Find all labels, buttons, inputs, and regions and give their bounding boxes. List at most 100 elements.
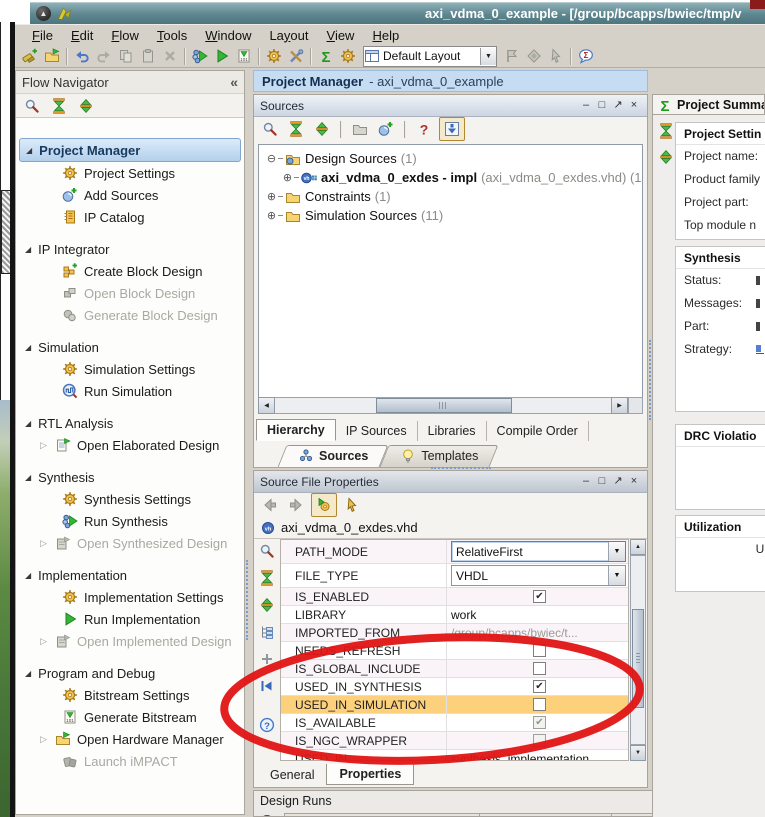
expand-node-icon[interactable]: ⊕ [265, 190, 278, 203]
property-row-is-ngc-wrapper[interactable]: IS_NGC_WRAPPER [281, 732, 628, 750]
fn-section-rtl-analysis[interactable]: ◢ RTL Analysis [16, 412, 244, 434]
fn-item-implementation-settings[interactable]: Implementation Settings [16, 586, 244, 608]
scrollbar-track[interactable] [275, 397, 611, 414]
search-button[interactable] [21, 96, 43, 116]
scroll-right-button[interactable]: ▶ [611, 397, 628, 414]
menu-flow[interactable]: Flow [102, 26, 147, 45]
flow-navigator-splitter[interactable] [246, 560, 251, 640]
menu-edit[interactable]: Edit [62, 26, 102, 45]
sources-minimize-button[interactable]: – [579, 99, 593, 113]
collapse-all-button[interactable] [256, 568, 278, 588]
used-in-simulation-checkbox[interactable] [533, 698, 546, 711]
search-button[interactable] [256, 541, 278, 561]
is-enabled-checkbox[interactable]: ✔ [533, 590, 546, 603]
column-header-name[interactable]: Name [284, 813, 480, 816]
expand-all-button[interactable] [311, 119, 333, 139]
window-menu-button[interactable]: ▲ [36, 6, 51, 21]
property-row-path-mode[interactable]: PATH_MODE RelativeFirst ▼ [281, 540, 628, 564]
fn-section-implementation[interactable]: ◢ Implementation [16, 564, 244, 586]
expand-all-button[interactable] [256, 595, 278, 615]
fn-section-ip-integrator[interactable]: ◢ IP Integrator [16, 238, 244, 260]
menu-window[interactable]: Window [196, 26, 260, 45]
dropdown-arrow-icon[interactable]: ▼ [480, 47, 496, 65]
new-project-button[interactable] [19, 46, 41, 66]
fn-item-project-settings[interactable]: Project Settings [16, 162, 244, 184]
property-row-library[interactable]: LIBRARY work [281, 606, 628, 624]
sources-maximize-button[interactable]: □ [595, 99, 609, 113]
fn-item-generate-bitstream[interactable]: 101 Generate Bitstream [16, 706, 244, 728]
property-row-needs-refresh[interactable]: NEEDS_REFRESH [281, 642, 628, 660]
expand-node-icon[interactable]: ⊕ [281, 171, 294, 184]
dock-tab-sources[interactable]: Sources [282, 445, 384, 467]
dock-tab-templates[interactable]: Templates [384, 445, 494, 467]
menu-layout[interactable]: Layout [260, 26, 317, 45]
project-summary-tab[interactable]: Σ Project Summa [652, 94, 765, 115]
property-row-is-global-include[interactable]: IS_GLOBAL_INCLUDE [281, 660, 628, 678]
tree-row-design-sources[interactable]: ⊖ Design Sources (1) [259, 149, 642, 168]
scroll-down-button[interactable]: ▼ [630, 745, 646, 761]
expand-all-button[interactable] [655, 147, 677, 167]
properties-float-button[interactable]: ↗ [611, 475, 625, 489]
menu-file[interactable]: File [23, 26, 62, 45]
fn-section-simulation[interactable]: ◢ Simulation [16, 336, 244, 358]
scrollbar-thumb[interactable] [632, 608, 644, 709]
restore-defaults-button[interactable] [256, 676, 278, 696]
property-row-used-in[interactable]: USED_IN synthesis, implementation [281, 750, 628, 760]
fn-item-ip-catalog[interactable]: IP Catalog [16, 206, 244, 228]
fn-item-run-simulation[interactable]: Run Simulation [16, 380, 244, 402]
sources-close-button[interactable]: × [627, 99, 641, 113]
collapse-all-button[interactable] [48, 96, 70, 116]
file-type-combobox[interactable]: VHDL ▼ [451, 565, 626, 586]
properties-vertical-scrollbar[interactable]: ▲ ▼ [630, 539, 646, 761]
tab-properties[interactable]: Properties [326, 764, 415, 785]
property-row-is-enabled[interactable]: IS_ENABLED ✔ [281, 588, 628, 606]
tab-hierarchy[interactable]: Hierarchy [256, 419, 336, 441]
fn-item-simulation-settings[interactable]: Simulation Settings [16, 358, 244, 380]
menu-tools[interactable]: Tools [148, 26, 196, 45]
scroll-up-button[interactable]: ▲ [630, 539, 646, 555]
fn-item-bitstream-settings[interactable]: Bitstream Settings [16, 684, 244, 706]
expander-icon[interactable]: ▷ [40, 538, 55, 549]
properties-minimize-button[interactable]: – [579, 475, 593, 489]
fn-item-open-elaborated-design[interactable]: ▷ Open Elaborated Design [16, 434, 244, 456]
tree-row-constraints[interactable]: ⊕ Constraints (1) [259, 187, 642, 206]
fn-section-synthesis[interactable]: ◢ Synthesis [16, 466, 244, 488]
collapse-all-button[interactable] [285, 119, 307, 139]
group-properties-button[interactable] [256, 622, 278, 642]
menu-view[interactable]: View [318, 26, 364, 45]
run-button[interactable] [211, 46, 233, 66]
used-in-synthesis-checkbox[interactable]: ✔ [533, 680, 546, 693]
property-row-is-available[interactable]: IS_AVAILABLE ✔ [281, 714, 628, 732]
sources-float-button[interactable]: ↗ [611, 99, 625, 113]
search-button[interactable] [259, 119, 281, 139]
flow-navigator-collapse-button[interactable]: « [230, 74, 238, 90]
property-row-used-in-simulation[interactable]: USED_IN_SIMULATION [281, 696, 628, 714]
help-button[interactable]: ? [256, 715, 278, 735]
select-button[interactable] [341, 495, 363, 515]
scroll-left-button[interactable]: ◀ [258, 397, 275, 414]
expander-icon[interactable]: ▷ [40, 734, 55, 745]
expand-all-button[interactable] [75, 96, 97, 116]
layout-dropdown[interactable]: Default Layout ▼ [363, 45, 497, 67]
undo-button[interactable] [71, 46, 93, 66]
collapse-node-icon[interactable]: ⊖ [265, 152, 278, 165]
expand-node-icon[interactable]: ⊕ [265, 209, 278, 222]
tab-libraries[interactable]: Libraries [418, 421, 487, 441]
tab-general[interactable]: General [258, 765, 326, 785]
run-synthesis-button[interactable] [189, 46, 211, 66]
property-row-file-type[interactable]: FILE_TYPE VHDL ▼ [281, 564, 628, 588]
scrollbar-thumb[interactable] [375, 398, 513, 413]
add-property-button[interactable] [256, 649, 278, 669]
fn-item-add-sources[interactable]: Add Sources [16, 184, 244, 206]
menu-help[interactable]: Help [363, 26, 408, 45]
property-row-used-in-synthesis[interactable]: USED_IN_SYNTHESIS ✔ [281, 678, 628, 696]
center-splitter-handle[interactable] [649, 340, 654, 420]
is-global-include-checkbox[interactable] [533, 662, 546, 675]
fn-item-run-synthesis[interactable]: Run Synthesis [16, 510, 244, 532]
dropdown-arrow-icon[interactable]: ▼ [608, 542, 625, 561]
properties-mode-button[interactable] [311, 493, 337, 517]
properties-maximize-button[interactable]: □ [595, 475, 609, 489]
open-project-button[interactable] [41, 46, 63, 66]
fn-item-run-implementation[interactable]: Run Implementation [16, 608, 244, 630]
collapse-all-button[interactable] [655, 121, 677, 141]
